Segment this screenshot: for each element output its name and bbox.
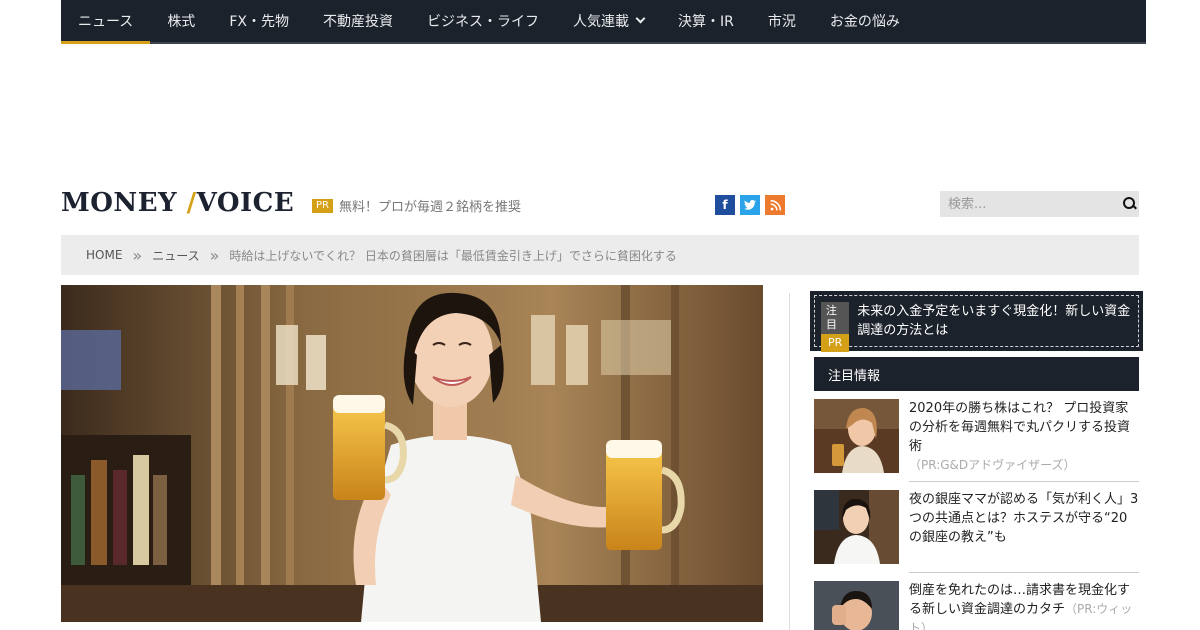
main-nav: ニュース 株式 FX・先物 不動産投資 ビジネス・ライフ 人気連載 決算・IR … [61, 0, 1146, 44]
breadcrumb-separator: » [209, 245, 220, 265]
logo-slash: / [177, 188, 197, 218]
page: ニュース 株式 FX・先物 不動産投資 ビジネス・ライフ 人気連載 決算・IR … [0, 0, 1200, 630]
logo-text-right: VOICE [196, 188, 295, 218]
nav-label: お金の悩み [829, 14, 900, 30]
article-title[interactable]: 倒産を免れたのは…請求書を現金化する新しい資金調達のカタチ（PR:ウィット） [909, 581, 1139, 630]
nav-item-market[interactable]: 市況 [751, 0, 813, 42]
nav-label: 人気連載 [572, 14, 629, 30]
hero-photo [61, 285, 763, 622]
article-thumbnail[interactable] [814, 581, 899, 630]
badge-pr: PR [821, 334, 850, 352]
breadcrumb-home[interactable]: HOME [86, 248, 122, 262]
nav-item-real-estate[interactable]: 不動産投資 [306, 0, 410, 42]
sidebar-section-title: 注目情報 [814, 357, 1139, 391]
nav-label: 市況 [767, 14, 796, 30]
promo-text[interactable]: 未来の入金予定をいますぐ現金化！新しい資金調達の方法とは [857, 302, 1132, 340]
article-title-text: 2020年の勝ち株はこれ？ プロ投資家の分析を毎週無料で丸パクリする投資術 [909, 401, 1131, 454]
breadcrumb-separator: » [132, 245, 143, 265]
rss-glyph [770, 199, 781, 210]
site-logo[interactable]: MONEY /VOICE [61, 188, 294, 218]
list-divider [909, 572, 1139, 573]
nav-item-stocks[interactable]: 株式 [150, 0, 212, 42]
nav-label: ニュース [78, 14, 134, 30]
facebook-icon[interactable]: f [715, 195, 735, 215]
breadcrumb-section[interactable]: ニュース [152, 247, 199, 264]
header-pr-link[interactable]: PR 無料！プロが毎週２銘柄を推奨 [312, 196, 521, 215]
breadcrumb: HOME » ニュース » 時給は上げないでくれ？ 日本の貧困層は「最低賃金引き… [61, 235, 1139, 275]
pr-badge: PR [312, 198, 333, 213]
twitter-icon[interactable] [740, 195, 760, 215]
nav-item-money-worries[interactable]: お金の悩み [813, 0, 917, 42]
thumb-photo [814, 581, 899, 630]
article-title-text: 夜の銀座ママが認める「気が利く人」3つの共通点とは？ホステスが守る“20の銀座の… [909, 492, 1139, 545]
article-thumbnail[interactable] [814, 399, 899, 473]
nav-label: ビジネス・ライフ [426, 14, 539, 30]
breadcrumb-current: 時給は上げないでくれ？ 日本の貧困層は「最低賃金引き上げ」でさらに貧困化する [229, 248, 677, 263]
nav-item-fx[interactable]: FX・先物 [212, 0, 306, 42]
article-source: （PR:G&Dアドヴァイザーズ） [909, 458, 1076, 472]
twitter-bird-glyph [744, 200, 756, 210]
chevron-down-icon [635, 13, 646, 23]
nav-label: FX・先物 [229, 14, 289, 30]
article-thumbnail[interactable] [814, 490, 899, 564]
nav-item-popular-series[interactable]: 人気連載 [556, 0, 661, 42]
thumb-photo [814, 399, 899, 473]
search-icon[interactable] [1118, 192, 1139, 216]
nav-label: 不動産投資 [322, 14, 393, 30]
article-title[interactable]: 2020年の勝ち株はこれ？ プロ投資家の分析を毎週無料で丸パクリする投資術 （PR… [909, 399, 1139, 475]
search-input[interactable] [940, 196, 1118, 212]
search-box [940, 191, 1139, 217]
section-title-text: 注目情報 [828, 368, 881, 384]
thumb-photo [814, 490, 899, 564]
social-links: f [715, 195, 785, 215]
pr-text: 無料！プロが毎週２銘柄を推奨 [338, 200, 521, 215]
promo-badges: 注目 PR [821, 302, 850, 352]
badge-featured: 注目 [821, 302, 850, 334]
article-title[interactable]: 夜の銀座ママが認める「気が利く人」3つの共通点とは？ホステスが守る“20の銀座の… [909, 490, 1139, 564]
promo-inner: 注目 PR 未来の入金予定をいますぐ現金化！新しい資金調達の方法とは [814, 295, 1139, 352]
sidebar-article[interactable]: 倒産を免れたのは…請求書を現金化する新しい資金調達のカタチ（PR:ウィット） [814, 581, 1139, 630]
nav-label: 株式 [167, 14, 196, 30]
nav-label: 決算・IR [677, 14, 734, 30]
sidebar-promo[interactable]: 注目 PR 未来の入金予定をいますぐ現金化！新しい資金調達の方法とは [810, 291, 1143, 352]
sidebar-article[interactable]: 夜の銀座ママが認める「気が利く人」3つの共通点とは？ホステスが守る“20の銀座の… [814, 490, 1139, 564]
nav-item-business-life[interactable]: ビジネス・ライフ [410, 0, 556, 42]
nav-item-news[interactable]: ニュース [61, 0, 151, 44]
list-divider [909, 481, 1139, 482]
article-hero-image [61, 285, 763, 622]
logo-text-left: MONEY [61, 188, 178, 218]
nav-item-earnings-ir[interactable]: 決算・IR [661, 0, 751, 42]
column-divider [789, 293, 790, 630]
rss-icon[interactable] [765, 195, 785, 215]
sidebar-article[interactable]: 2020年の勝ち株はこれ？ プロ投資家の分析を毎週無料で丸パクリする投資術 （PR… [814, 399, 1139, 475]
